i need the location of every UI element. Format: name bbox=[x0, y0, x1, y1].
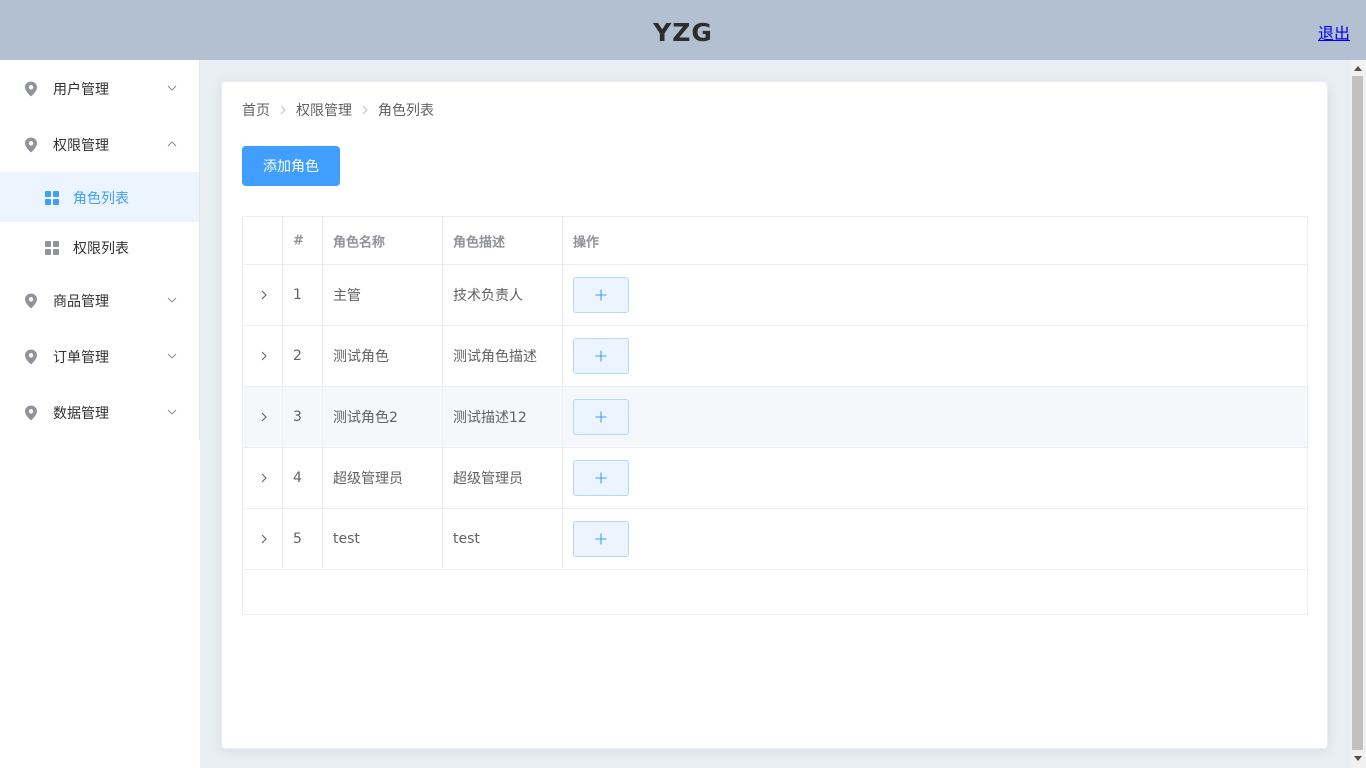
table-row: 4 超级管理员 超级管理员 bbox=[243, 448, 1307, 509]
sidebar-item-order-management[interactable]: 订单管理 bbox=[0, 328, 199, 384]
row-index: 3 bbox=[293, 409, 302, 425]
header-expand-cell bbox=[243, 217, 283, 264]
row-role-name: test bbox=[333, 531, 360, 547]
sidebar-subitem-role-list[interactable]: 角色列表 bbox=[0, 172, 199, 222]
expand-arrow-icon[interactable] bbox=[260, 351, 268, 361]
table-header-row: # 角色名称 角色描述 操作 bbox=[243, 217, 1307, 265]
row-role-desc: 超级管理员 bbox=[453, 471, 523, 487]
location-icon bbox=[25, 81, 37, 97]
row-role-desc: 测试角色描述 bbox=[453, 349, 537, 365]
breadcrumb-permission-management: 权限管理 bbox=[296, 103, 352, 119]
header-index-cell: # bbox=[283, 217, 323, 264]
sidebar-item-label: 权限管理 bbox=[53, 138, 109, 154]
sidebar-item-permission-management[interactable]: 权限管理 bbox=[0, 116, 199, 172]
row-add-button[interactable] bbox=[573, 460, 629, 496]
sidebar-item-user-management[interactable]: 用户管理 bbox=[0, 60, 199, 116]
row-role-desc: 测试描述12 bbox=[453, 410, 527, 426]
table-row: 3 测试角色2 测试描述12 bbox=[243, 387, 1307, 448]
chevron-down-icon bbox=[167, 409, 177, 415]
row-role-name: 超级管理员 bbox=[333, 471, 403, 487]
row-add-button[interactable] bbox=[573, 277, 629, 313]
chevron-down-icon bbox=[167, 85, 177, 91]
row-add-button[interactable] bbox=[573, 399, 629, 435]
expand-arrow-icon[interactable] bbox=[260, 473, 268, 483]
sidebar-item-label: 商品管理 bbox=[53, 294, 109, 310]
sidebar-item-goods-management[interactable]: 商品管理 bbox=[0, 272, 199, 328]
plus-icon bbox=[595, 533, 607, 545]
plus-icon bbox=[595, 472, 607, 484]
location-icon bbox=[25, 405, 37, 421]
breadcrumb-home[interactable]: 首页 bbox=[242, 100, 270, 120]
row-index: 1 bbox=[293, 287, 302, 303]
plus-icon bbox=[595, 411, 607, 423]
roles-table: # 角色名称 角色描述 操作 1 主管 技术负责人 2 测试角色 测试角色描述 … bbox=[242, 216, 1308, 615]
header-name-cell: 角色名称 bbox=[323, 217, 443, 264]
row-index: 2 bbox=[293, 348, 302, 364]
header-role-desc: 角色描述 bbox=[453, 235, 506, 250]
scroll-down-arrow-icon[interactable] bbox=[1354, 756, 1362, 761]
sidebar-subitem-label: 权限列表 bbox=[73, 241, 129, 257]
logout-link[interactable]: 退出 bbox=[1318, 20, 1350, 44]
location-icon bbox=[25, 349, 37, 365]
row-role-desc: 技术负责人 bbox=[453, 288, 523, 304]
content-card: 首页 权限管理 角色列表 添加角色 # 角色名称 角色描述 操作 1 主管 技术… bbox=[221, 81, 1328, 749]
row-role-name: 测试角色 bbox=[333, 349, 389, 365]
sidebar-item-data-management[interactable]: 数据管理 bbox=[0, 384, 199, 440]
chevron-right-icon bbox=[270, 103, 296, 117]
header-operations: 操作 bbox=[573, 235, 600, 250]
breadcrumb-role-list: 角色列表 bbox=[378, 103, 434, 119]
top-header: YZG 退出 bbox=[0, 0, 1366, 60]
scroll-up-arrow-icon[interactable] bbox=[1354, 66, 1362, 71]
sidebar: 用户管理 权限管理 角色列表 权限列表 商品管理 订单管理 数据管理 bbox=[0, 60, 200, 768]
location-icon bbox=[25, 137, 37, 153]
sidebar-item-label: 数据管理 bbox=[53, 406, 109, 422]
sidebar-subitem-label: 角色列表 bbox=[73, 191, 129, 207]
row-role-name: 主管 bbox=[333, 288, 361, 304]
row-role-name: 测试角色2 bbox=[333, 410, 398, 426]
plus-icon bbox=[595, 289, 607, 301]
grid-icon bbox=[45, 191, 59, 205]
chevron-right-icon bbox=[352, 103, 378, 117]
row-index: 5 bbox=[293, 531, 302, 547]
row-add-button[interactable] bbox=[573, 338, 629, 374]
chevron-up-icon bbox=[167, 141, 177, 147]
sidebar-item-label: 用户管理 bbox=[53, 82, 109, 98]
row-add-button[interactable] bbox=[573, 521, 629, 557]
header-ops-cell: 操作 bbox=[563, 217, 1307, 264]
expand-arrow-icon[interactable] bbox=[260, 412, 268, 422]
scrollbar-thumb[interactable] bbox=[1352, 76, 1363, 750]
breadcrumb: 首页 权限管理 角色列表 bbox=[242, 100, 434, 120]
expand-arrow-icon[interactable] bbox=[260, 534, 268, 544]
table-row: 1 主管 技术负责人 bbox=[243, 265, 1307, 326]
header-desc-cell: 角色描述 bbox=[443, 217, 563, 264]
grid-icon bbox=[45, 241, 59, 255]
header-role-name: 角色名称 bbox=[333, 235, 386, 250]
expand-arrow-icon[interactable] bbox=[260, 290, 268, 300]
chevron-down-icon bbox=[167, 297, 177, 303]
row-index: 4 bbox=[293, 470, 302, 486]
plus-icon bbox=[595, 350, 607, 362]
add-role-button[interactable]: 添加角色 bbox=[242, 146, 340, 186]
app-title: YZG bbox=[653, 18, 713, 47]
sidebar-item-label: 订单管理 bbox=[53, 350, 109, 366]
location-icon bbox=[25, 293, 37, 309]
table-row: 5 test test bbox=[243, 509, 1307, 570]
header-index: # bbox=[293, 233, 304, 248]
row-role-desc: test bbox=[453, 531, 480, 547]
table-row: 2 测试角色 测试角色描述 bbox=[243, 326, 1307, 387]
chevron-down-icon bbox=[167, 353, 177, 359]
sidebar-subitem-permission-list[interactable]: 权限列表 bbox=[0, 222, 199, 272]
